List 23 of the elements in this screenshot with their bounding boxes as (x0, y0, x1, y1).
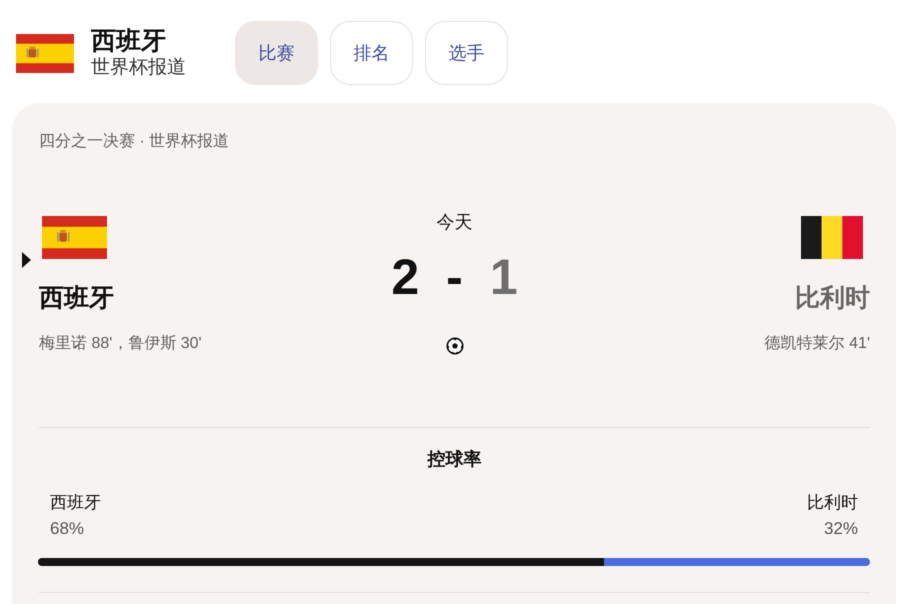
possession-value: 68% (50, 518, 84, 540)
page-subtitle: 世界杯报道 (91, 56, 187, 80)
page-title: 西班牙 (91, 26, 167, 56)
score-separator: - (446, 249, 463, 305)
team-label: 比利时 (807, 492, 858, 514)
team-label: 西班牙 (50, 492, 101, 514)
flag-icon (42, 216, 107, 259)
team-name: 西班牙 (39, 283, 114, 314)
soccer-ball-icon (446, 337, 464, 355)
tab[interactable]: 排名 (330, 21, 413, 85)
flag-icon (16, 34, 74, 72)
match-stage: 四分之一决赛 · 世界杯报道 (39, 132, 230, 152)
team-name: 比利时 (795, 283, 870, 314)
goal-scorers: 德凯特莱尔 41' (764, 334, 870, 354)
possession-title: 控球率 (426, 448, 482, 471)
tab[interactable]: 比赛 (235, 21, 318, 85)
flag-icon (801, 216, 863, 259)
score: 1 (490, 249, 518, 305)
score: 2 (391, 249, 420, 305)
possession-value: 32% (824, 518, 858, 540)
goal-scorers: 梅里诺 88'，鲁伊斯 30' (39, 334, 202, 354)
match-date: 今天 (436, 211, 472, 234)
tab[interactable]: 选手 (425, 21, 508, 85)
